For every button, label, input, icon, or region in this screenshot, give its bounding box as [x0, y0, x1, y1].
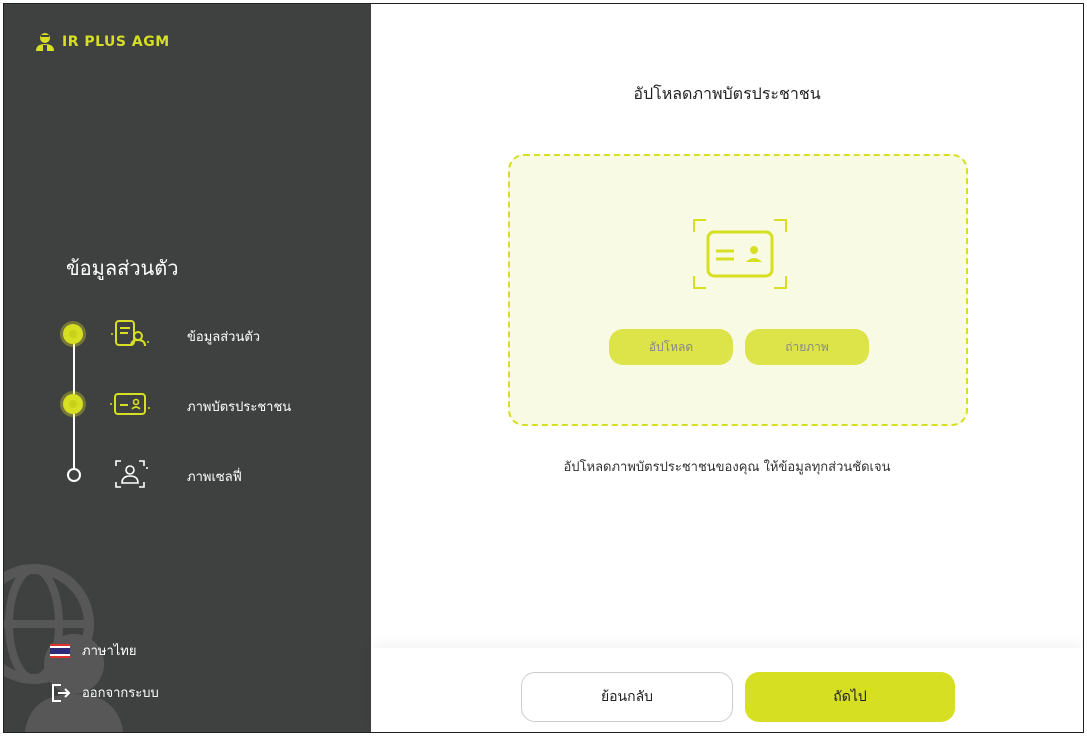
language-label: ภาษาไทย [82, 644, 137, 659]
sidebar: IR PLUS AGM ข้อมูลส่วนตัว ข้อมูลส่วนตัว [4, 4, 371, 732]
footer-bar: ย้อนกลับ ถัดไป [371, 648, 1083, 732]
step-label: ภาพเซลฟี่ [187, 470, 242, 485]
main-content: อัปโหลดภาพบัตรประชาชน อัปโหลด ถ่ายภาพ อั… [371, 4, 1083, 732]
app-window: IR PLUS AGM ข้อมูลส่วนตัว ข้อมูลส่วนตัว [3, 3, 1084, 733]
step-status-done [63, 394, 83, 414]
step-label: ข้อมูลส่วนตัว [187, 330, 261, 345]
step-personal-info[interactable]: ข้อมูลส่วนตัว [4, 314, 371, 354]
upload-hint: อัปโหลดภาพบัตรประชาชนของคุณ ให้ข้อมูลทุก… [563, 460, 891, 475]
thai-flag-icon [50, 643, 70, 658]
upload-actions: อัปโหลด ถ่ายภาพ [609, 329, 869, 365]
take-photo-button[interactable]: ถ่ายภาพ [745, 329, 869, 365]
section-title: ข้อมูลส่วนตัว [66, 256, 179, 280]
logout-icon [52, 683, 71, 702]
step-id-card[interactable]: ภาพบัตรประชาชน [4, 384, 371, 424]
id-card-upload-dropzone[interactable]: อัปโหลด ถ่ายภาพ [508, 154, 968, 426]
step-selfie[interactable]: ภาพเซลฟี่ [4, 454, 371, 494]
upload-button[interactable]: อัปโหลด [609, 329, 733, 365]
logo-icon [36, 33, 54, 51]
brand-logo: IR PLUS AGM [34, 32, 170, 52]
step-status-done [63, 324, 83, 344]
logout-button[interactable]: ออกจากระบบ [50, 682, 159, 703]
logout-label: ออกจากระบบ [82, 686, 159, 701]
back-button[interactable]: ย้อนกลับ [521, 672, 733, 722]
page-title: อัปโหลดภาพบัตรประชาชน [633, 84, 821, 103]
selfie-frame-icon [115, 460, 148, 488]
id-card-scan-icon [693, 219, 787, 289]
step-status-pending [67, 468, 81, 482]
next-button[interactable]: ถัดไป [745, 672, 955, 722]
profile-form-icon [111, 320, 149, 347]
brand-name: IR PLUS AGM [62, 34, 170, 50]
language-switcher[interactable]: ภาษาไทย [50, 640, 136, 661]
id-card-icon [110, 393, 150, 415]
step-label: ภาพบัตรประชาชน [187, 400, 292, 415]
